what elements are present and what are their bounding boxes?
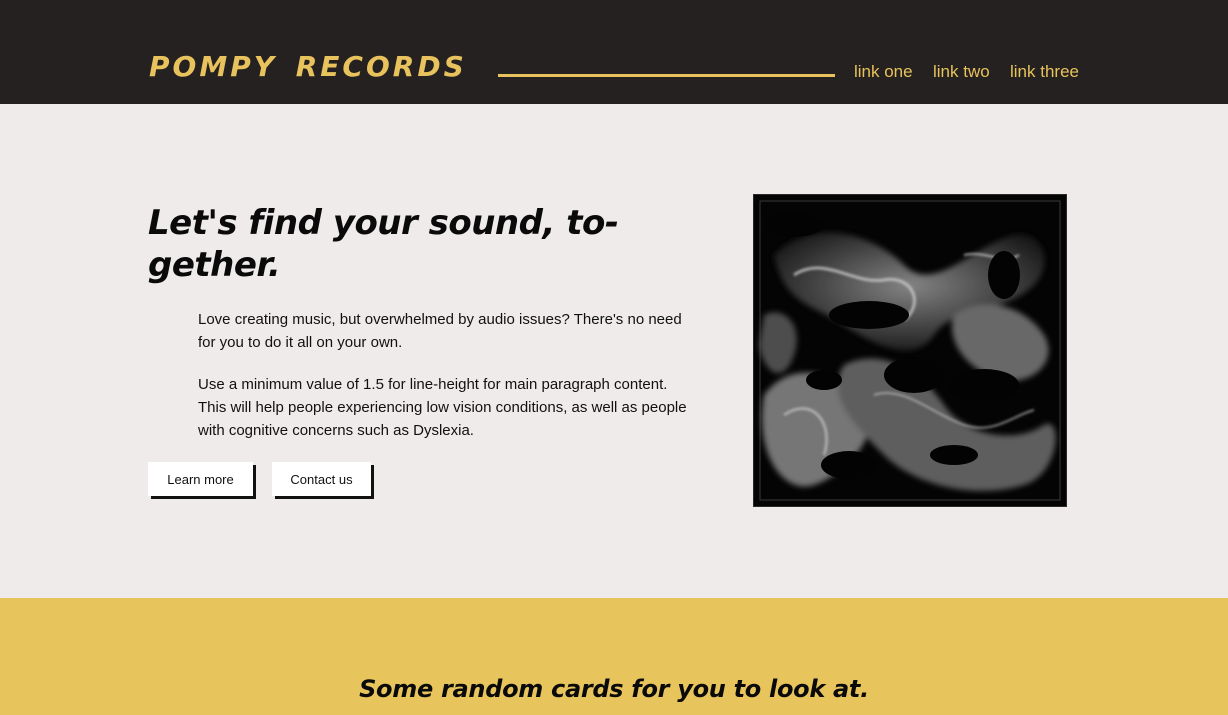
hero-title: Let's find your sound, to-gether. — [148, 203, 619, 285]
contact-us-button[interactable]: Contact us — [272, 462, 371, 496]
hero-paragraph-2: Use a minimum value of 1.5 for line-heig… — [198, 376, 687, 439]
brand-divider-line — [498, 74, 835, 77]
hero-paragraph-1: Love creating music, but overwhelmed by … — [198, 311, 682, 351]
learn-more-button[interactable]: Learn more — [148, 462, 253, 496]
nav-link-three[interactable]: link three — [1010, 60, 1079, 84]
nav-link-one[interactable]: link one — [854, 60, 913, 84]
hero-artwork-image — [753, 194, 1067, 507]
cards-section-title: Some random cards for you to look at. — [359, 675, 869, 703]
site-header: POMPY RECORDS link one link two link thr… — [0, 0, 1228, 104]
brand-logo[interactable]: POMPY RECORDS — [149, 48, 467, 86]
abstract-smoke-artwork — [754, 195, 1066, 506]
nav-link-two[interactable]: link two — [933, 60, 990, 84]
